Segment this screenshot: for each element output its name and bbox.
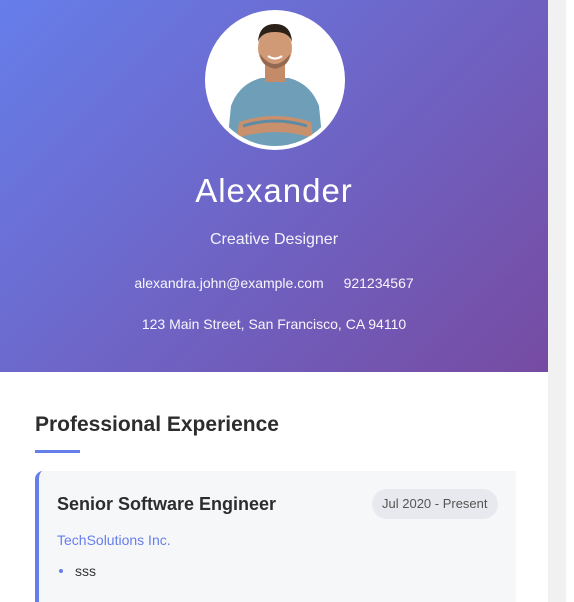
- job-title: Senior Software Engineer: [57, 494, 277, 514]
- contact-info: alexandra.john@example.com 921234567: [0, 275, 548, 291]
- scrollbar-thumb[interactable]: [566, 0, 574, 602]
- avatar: [205, 10, 345, 150]
- section-title-experience: Professional Experience: [35, 413, 279, 436]
- profile-header: Alexander Creative Designer alexandra.jo…: [0, 0, 548, 372]
- job-company: TechSolutions Inc.: [57, 532, 171, 548]
- profile-title: Creative Designer: [209, 231, 339, 248]
- resume-page: Alexander Creative Designer alexandra.jo…: [0, 0, 548, 602]
- job-bullet-item: sss: [57, 563, 96, 579]
- phone-number[interactable]: 921234567: [344, 275, 414, 291]
- email-link[interactable]: alexandra.john@example.com: [134, 275, 323, 291]
- job-bullet-text: sss: [75, 563, 96, 579]
- job-bullets: sss: [57, 563, 96, 579]
- bullet-dot-icon: [59, 569, 63, 573]
- profile-name: Alexander: [195, 172, 353, 209]
- job-card: Senior Software Engineer Jul 2020 - Pres…: [35, 471, 516, 602]
- job-date-badge: Jul 2020 - Present: [372, 489, 498, 519]
- section-underline: [35, 450, 80, 453]
- address: 123 Main Street, San Francisco, CA 94110: [141, 316, 407, 332]
- avatar-photo: [209, 14, 341, 146]
